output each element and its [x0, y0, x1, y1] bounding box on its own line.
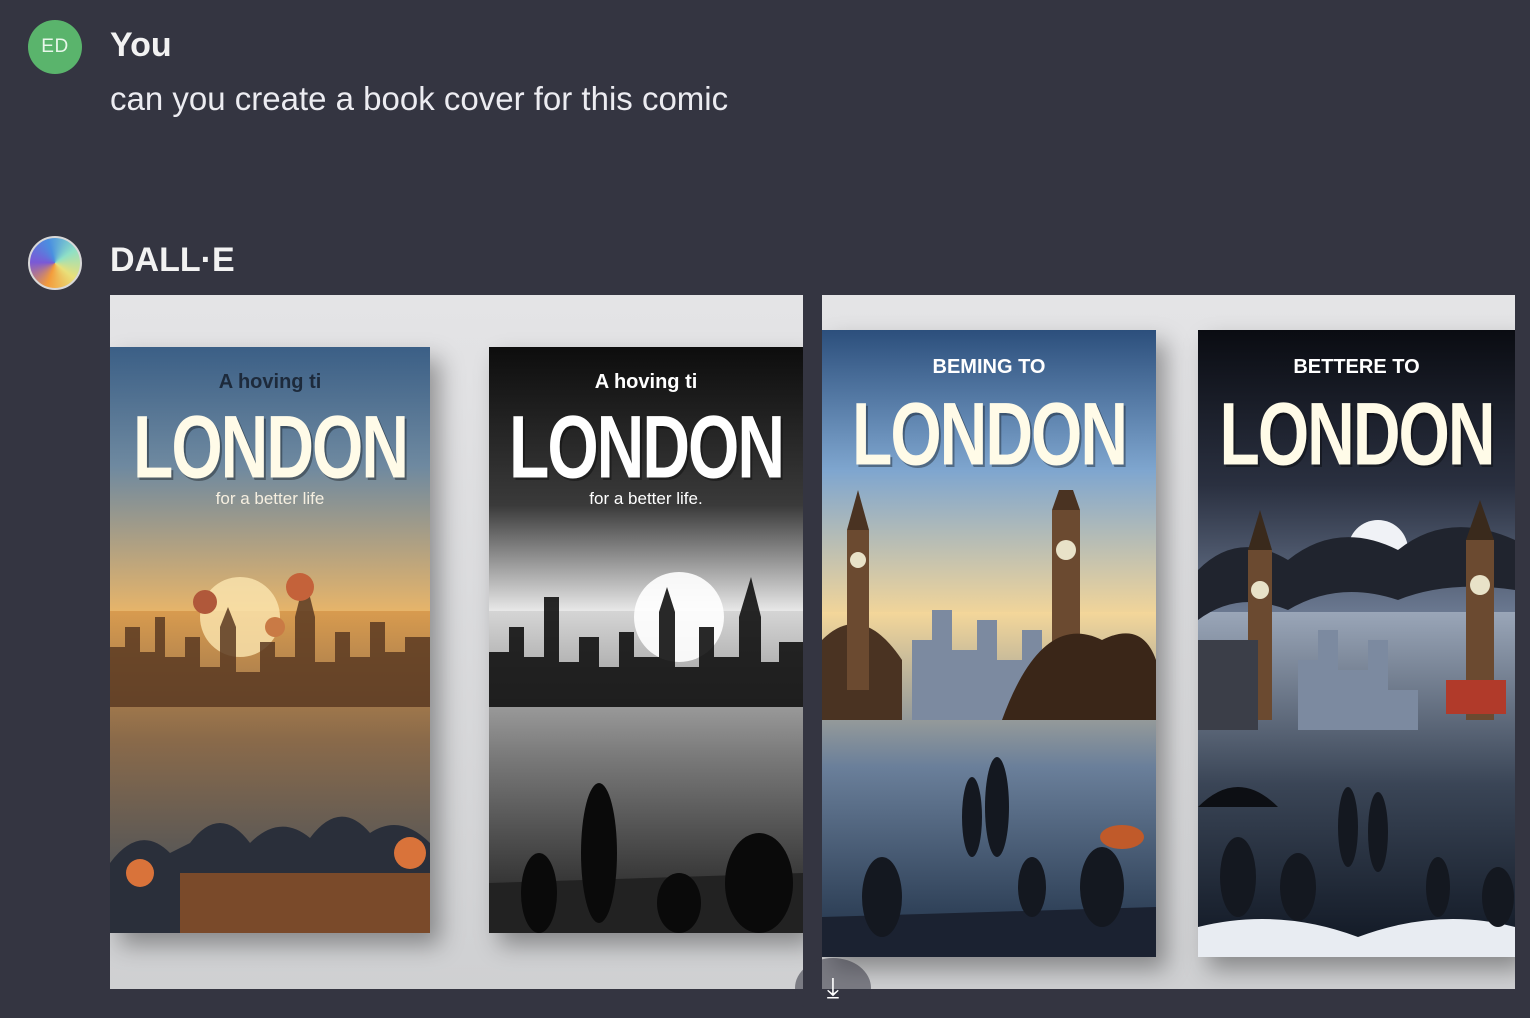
cover-subtitle: BETTERE TO: [1293, 356, 1420, 378]
user-message-text: can you create a book cover for this com…: [110, 80, 729, 117]
generated-image-2[interactable]: BEMING TO LONDON BETTERE TO LONDON: [822, 295, 1515, 989]
user-author-name: You: [110, 26, 172, 64]
user-avatar-initials: ED: [41, 36, 69, 57]
cover-subtitle: A hoving ti: [594, 371, 698, 393]
cover-title: LONDON: [852, 383, 1128, 484]
user-avatar: ED: [28, 20, 82, 74]
cover-subtitle: A hoving ti: [218, 371, 322, 393]
cover-tagline: for a better life: [215, 489, 325, 508]
book-cover: A hoving ti LONDON for a better life: [110, 347, 430, 933]
cover-title: LONDON: [133, 396, 409, 497]
generated-image-1[interactable]: A hoving ti LONDON for a better life A h…: [110, 295, 803, 989]
book-cover: BETTERE TO LONDON: [1198, 330, 1515, 957]
cover-title: LONDON: [1219, 383, 1496, 484]
cover-subtitle: BEMING TO: [932, 356, 1046, 378]
download-button[interactable]: ⤓: [795, 958, 871, 1018]
book-cover: A hoving ti LONDON for a better life.: [489, 347, 803, 933]
dalle-avatar: [28, 236, 82, 290]
cover-tagline: for a better life.: [589, 489, 703, 508]
download-arrow-icon: ⤓: [826, 972, 840, 1003]
book-cover: BEMING TO LONDON: [822, 330, 1156, 957]
cover-title: LONDON: [509, 396, 785, 497]
assistant-author-name: DALL·E: [110, 241, 235, 279]
